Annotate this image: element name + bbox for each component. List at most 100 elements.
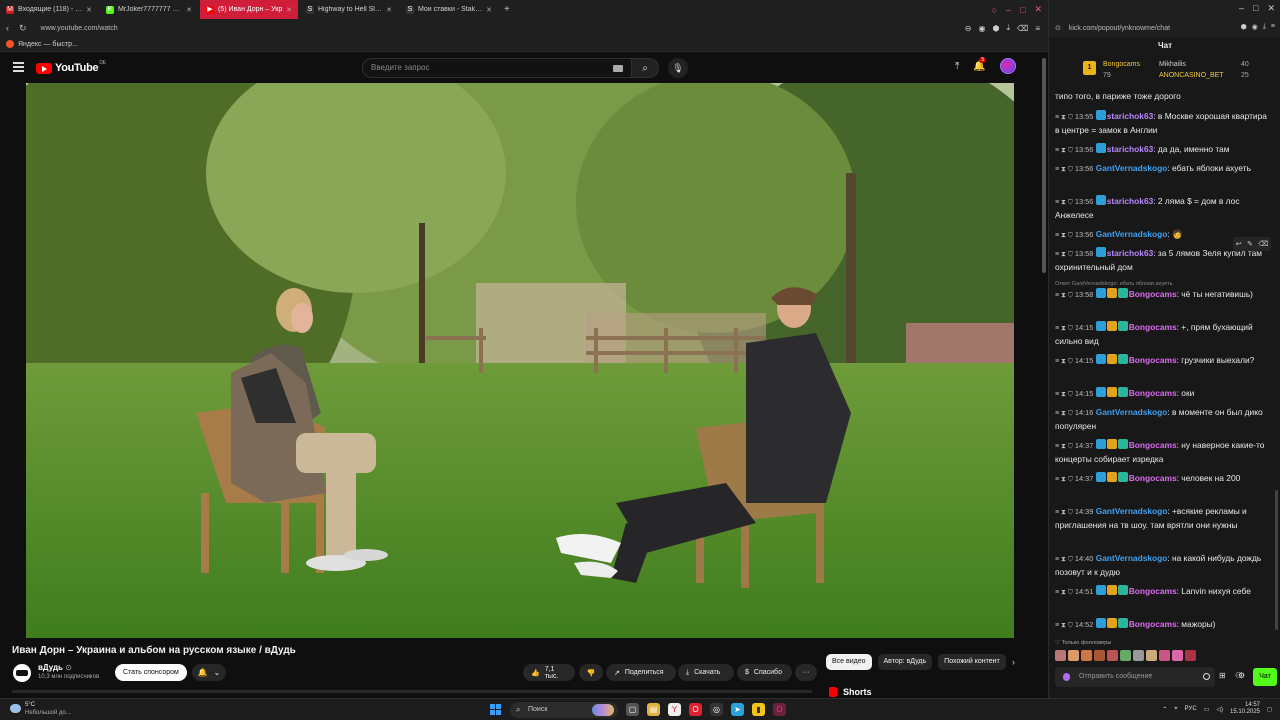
volume-icon[interactable]: ◁) (1216, 706, 1223, 713)
chat-messages[interactable]: типо того, в париже тоже дорого ≡ ⧗ ⛉ 13:… (1055, 90, 1273, 635)
extension-icon[interactable]: ⬢ (1241, 23, 1247, 31)
minimize-icon[interactable]: – (1239, 3, 1244, 14)
sponsor-button[interactable]: Стать спонсором (115, 664, 187, 681)
reply-icon[interactable]: ↩ (1236, 240, 1242, 248)
chat-input[interactable]: Отправить сообщение (1055, 667, 1215, 687)
download-icon[interactable]: ⤓ (1006, 23, 1010, 33)
emote-icon[interactable] (1159, 650, 1170, 661)
chat-scrollbar[interactable] (1275, 490, 1278, 630)
browser-tab[interactable]: SМои ставки - Stake.com✕ (400, 0, 498, 19)
channel-name[interactable]: вДудь ⊙ (38, 663, 72, 672)
task-view-icon[interactable]: ▢ (626, 703, 639, 716)
reply-context[interactable]: Ответ GantVernadskogo: ебать яблоки ахуе… (1055, 278, 1172, 291)
horizontal-scrollbar[interactable] (12, 690, 812, 693)
chat-username[interactable]: Bongocams (1129, 473, 1177, 483)
browser-tab[interactable]: SHighway to Hell Slot Gam✕ (300, 0, 398, 19)
chat-message[interactable]: ≡ ⧗ ⛉ 14:51 Bongocams: Lanvin нихуя себе (1055, 585, 1273, 599)
download-button[interactable]: ⤓ Скачать (678, 664, 734, 681)
chat-username[interactable]: GantVernadskogo (1096, 553, 1168, 563)
emote-icon[interactable] (1120, 650, 1131, 661)
chat-message[interactable]: ≡ ⧗ ⛉ 13:56 starichok63: 2 ляма $ = дом … (1055, 195, 1273, 222)
chat-username[interactable]: starichok63 (1107, 196, 1154, 206)
mod-actions-icon[interactable]: ≡ ⧗ ⛉ (1055, 589, 1075, 596)
filter-chip[interactable]: Автор: вДудь (877, 654, 933, 670)
send-chat-button[interactable]: Чат (1253, 668, 1277, 686)
location-icon[interactable]: ⌖ (1174, 706, 1177, 713)
close-window-icon[interactable]: ✕ (1267, 3, 1275, 14)
pin-icon[interactable]: ✎ (1247, 240, 1253, 248)
opera-icon[interactable]: O (689, 703, 702, 716)
emote-icon[interactable] (1107, 650, 1118, 661)
voice-search-button[interactable]: 🎙 (668, 58, 688, 78)
close-tab-icon[interactable]: ✕ (86, 6, 92, 14)
browser-tab[interactable]: MВходящие (118) - ynknow✕ (0, 0, 98, 19)
mod-actions-icon[interactable]: ≡ ⧗ ⛉ (1055, 199, 1075, 206)
start-button[interactable] (490, 704, 501, 715)
download-icon[interactable]: ⤓ (1263, 23, 1266, 31)
mod-actions-icon[interactable]: ≡ ⧗ ⛉ (1055, 509, 1075, 516)
page-scrollbar[interactable] (1042, 58, 1046, 273)
chat-message[interactable]: ≡ ⧗ ⛉ 14:37 Bongocams: человек на 200 (1055, 472, 1273, 486)
adblock-icon[interactable]: ◉ (979, 24, 986, 33)
mod-actions-icon[interactable]: ≡ ⧗ ⛉ (1055, 391, 1075, 398)
chat-message[interactable]: ≡ ⧗ ⛉ 13:56 GantVernadskogo: ебать яблок… (1055, 162, 1273, 176)
channel-avatar[interactable] (13, 664, 31, 682)
yandex-browser-icon[interactable]: Y (668, 703, 681, 716)
close-tab-icon[interactable]: ✕ (286, 6, 292, 14)
notifications-icon[interactable]: 🔔 5 (973, 56, 987, 72)
chat-username[interactable]: GantVernadskogo (1096, 506, 1168, 516)
chat-username[interactable]: Bongocams (1129, 355, 1177, 365)
close-window-icon[interactable]: ✕ (1034, 4, 1042, 15)
chat-message[interactable]: ≡ ⧗ ⛉ 13:56 starichok63: да да, именно т… (1055, 143, 1273, 157)
chat-message[interactable]: ≡ ⧗ ⛉ 13:55 starichok63: в Москве хороша… (1055, 110, 1273, 137)
share-button[interactable]: ↗ Поделиться (606, 664, 676, 681)
smile-icon[interactable] (1203, 673, 1210, 680)
maximize-icon[interactable]: □ (1020, 5, 1025, 15)
mod-actions-icon[interactable]: ≡ ⧗ ⛉ (1055, 325, 1075, 332)
search-input[interactable]: Введите запрос (362, 58, 632, 78)
chat-username[interactable]: Bongocams (1129, 322, 1177, 332)
opera-gx-icon[interactable]: O (773, 703, 786, 716)
reload-icon[interactable]: ↻ (19, 23, 27, 34)
mod-actions-icon[interactable]: ≡ ⧗ ⛉ (1055, 292, 1075, 299)
taskbar-search[interactable]: Поиск (510, 702, 618, 718)
dislike-button[interactable]: 👎 (579, 664, 603, 681)
bookmark-item[interactable]: Яндекс — быстр... (18, 41, 78, 48)
emote-icon[interactable] (1185, 650, 1196, 661)
slash-commands-icon[interactable]: ⊞ (1219, 671, 1226, 680)
language-indicator[interactable]: РУС (1185, 706, 1197, 712)
chat-username[interactable]: GantVernadskogo (1096, 407, 1168, 417)
search-tabs-icon[interactable]: ○ (992, 5, 997, 15)
extension-icon[interactable]: ⬢ (992, 24, 999, 33)
keyboard-icon[interactable] (613, 65, 623, 72)
mod-actions-icon[interactable]: ≡ ⧗ ⛉ (1055, 232, 1075, 239)
mod-actions-icon[interactable]: ≡ ⧗ ⛉ (1055, 476, 1075, 483)
thanks-button[interactable]: $ Спасибо (737, 664, 792, 681)
chevron-right-icon[interactable]: › (1012, 657, 1015, 667)
new-tab-button[interactable]: + (500, 4, 514, 15)
chat-message[interactable]: типо того, в париже тоже дорого (1055, 90, 1273, 103)
minimize-icon[interactable]: – (1006, 5, 1011, 15)
emote-icon[interactable] (1172, 650, 1183, 661)
filter-chip[interactable]: Все видео (826, 654, 872, 670)
like-button[interactable]: 👍 7,1 тыс. (523, 664, 575, 681)
chat-message[interactable]: ≡ ⧗ ⛉ 14:39 GantVernadskogo: +всякие рек… (1055, 505, 1273, 532)
chat-message[interactable]: ≡ ⧗ ⛉ 14:40 GantVernadskogo: на какой ни… (1055, 552, 1273, 579)
avatar[interactable] (999, 58, 1016, 74)
menu-icon[interactable]: ≡ (1035, 24, 1040, 33)
video-player[interactable] (26, 83, 1014, 638)
gifter-name[interactable]: ANONCASINO_BET (1159, 72, 1224, 79)
close-tab-icon[interactable]: ✕ (386, 6, 392, 14)
weather-widget[interactable]: 5°C Небольшой до... (10, 701, 71, 717)
back-icon[interactable]: ‹ (6, 23, 9, 34)
chat-message[interactable]: ≡ ⧗ ⛉ 14:15 Bongocams: грузчики выехали? (1055, 354, 1273, 368)
filter-chip[interactable]: Похожий контент (938, 654, 1006, 670)
mod-actions-icon[interactable]: ≡ ⧗ ⛉ (1055, 251, 1075, 258)
mod-actions-icon[interactable]: ≡ ⧗ ⛉ (1055, 147, 1075, 154)
emote-icon[interactable] (1081, 650, 1092, 661)
mod-actions-icon[interactable]: ≡ ⧗ ⛉ (1055, 556, 1075, 563)
chat-username[interactable]: GantVernadskogo (1096, 229, 1168, 239)
emote-icon[interactable] (1146, 650, 1157, 661)
delete-icon[interactable]: ⌫ (1017, 24, 1028, 33)
close-tab-icon[interactable]: ✕ (186, 6, 192, 14)
